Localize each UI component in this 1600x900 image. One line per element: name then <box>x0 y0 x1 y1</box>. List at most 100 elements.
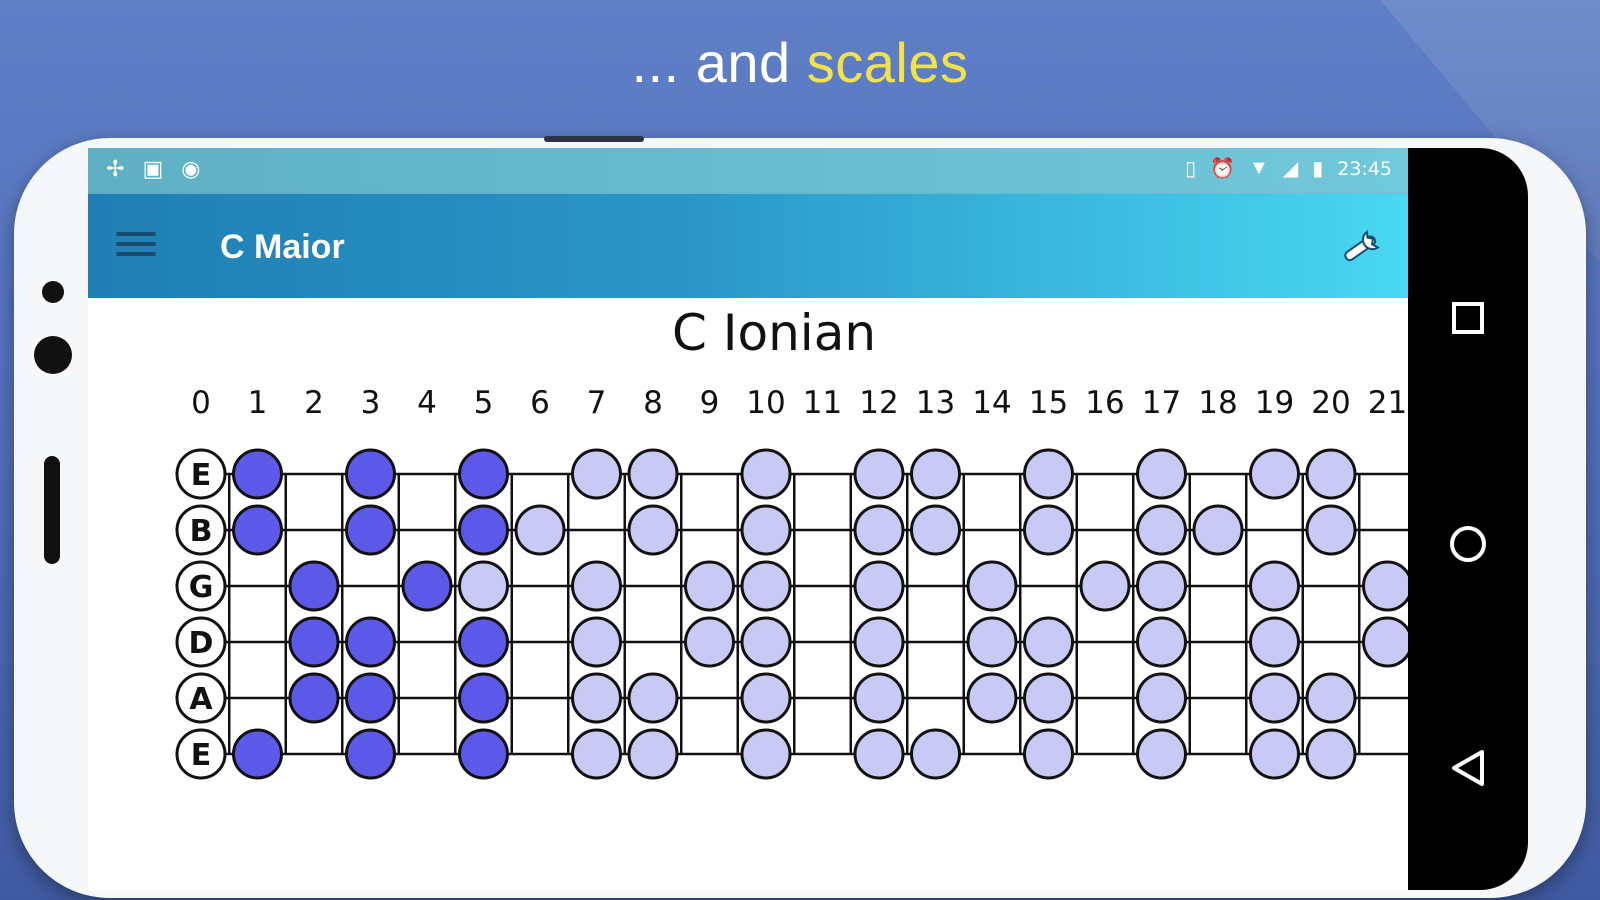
scale-note[interactable] <box>571 560 622 612</box>
scale-note[interactable] <box>1305 504 1357 556</box>
root-position-note[interactable] <box>232 728 283 780</box>
scale-note[interactable] <box>1023 728 1074 780</box>
scale-note[interactable] <box>684 560 735 612</box>
scale-note[interactable] <box>571 448 622 500</box>
scale-note[interactable] <box>627 504 679 556</box>
root-position-note[interactable] <box>232 448 283 500</box>
root-position-note[interactable] <box>345 672 396 724</box>
headline: ... and scales <box>0 30 1600 95</box>
fret-number: 4 <box>417 385 437 421</box>
scale-note[interactable] <box>1249 560 1300 612</box>
scale-note[interactable] <box>1249 616 1300 668</box>
scale-note[interactable] <box>966 560 1018 612</box>
scale-note[interactable] <box>740 616 792 668</box>
scale-note[interactable] <box>740 448 792 500</box>
scale-note[interactable] <box>740 560 792 612</box>
fret-number: 17 <box>1142 385 1181 421</box>
wrench-icon[interactable] <box>1338 222 1390 268</box>
scale-note[interactable] <box>853 728 905 780</box>
scale-note[interactable] <box>1136 672 1187 724</box>
root-position-note[interactable] <box>458 504 509 556</box>
string-label: B <box>190 514 213 549</box>
root-position-note[interactable] <box>288 560 340 612</box>
scale-note[interactable] <box>1136 448 1187 500</box>
fret-number: 18 <box>1198 385 1237 421</box>
scale-note[interactable] <box>1362 616 1413 668</box>
root-position-note[interactable] <box>401 560 453 612</box>
scale-note[interactable] <box>571 672 622 724</box>
scale-note[interactable] <box>1136 728 1187 780</box>
root-position-note[interactable] <box>345 448 396 500</box>
scale-note[interactable] <box>910 448 961 500</box>
root-position-note[interactable] <box>458 616 509 668</box>
scale-note[interactable] <box>740 504 792 556</box>
root-position-note[interactable] <box>458 672 509 724</box>
scale-note[interactable] <box>853 448 905 500</box>
scale-note[interactable] <box>571 616 622 668</box>
scale-note[interactable] <box>684 616 735 668</box>
pinwheel-icon: ✢ <box>106 156 125 181</box>
scale-note[interactable] <box>1305 728 1357 780</box>
root-position-note[interactable] <box>458 728 509 780</box>
string-label: E <box>191 458 212 493</box>
root-position-note[interactable] <box>288 672 340 724</box>
scale-note[interactable] <box>740 728 792 780</box>
scale-note[interactable] <box>627 448 679 500</box>
phone-frame: ✢ ▣ ◉ ▯ ⏰ ▼ ◢ ▮ 23:45 C Maior C Ionian 0… <box>14 136 1586 898</box>
scale-note[interactable] <box>571 728 622 780</box>
root-position-note[interactable] <box>345 504 396 556</box>
scale-note[interactable] <box>1192 504 1244 556</box>
menu-icon[interactable] <box>116 232 156 262</box>
scale-note[interactable] <box>1362 560 1413 612</box>
signal-icon: ◢ <box>1282 158 1299 180</box>
back-button[interactable] <box>1438 738 1498 798</box>
scale-note[interactable] <box>1136 560 1187 612</box>
scale-note[interactable] <box>740 672 792 724</box>
root-position-note[interactable] <box>458 448 509 500</box>
scale-note[interactable] <box>1249 672 1300 724</box>
fret-number: 20 <box>1311 385 1350 421</box>
scale-note[interactable] <box>1136 504 1187 556</box>
scale-note[interactable] <box>1249 728 1300 780</box>
headline-prefix: ... and <box>631 31 791 94</box>
root-position-note[interactable] <box>345 616 396 668</box>
app-title: C Maior <box>220 228 345 266</box>
fret-number: 5 <box>474 385 494 421</box>
fret-number: 9 <box>700 385 720 421</box>
recents-button[interactable] <box>1438 288 1498 348</box>
scale-note[interactable] <box>1305 448 1357 500</box>
scale-note[interactable] <box>1023 672 1074 724</box>
scale-note[interactable] <box>1079 560 1131 612</box>
root-position-note[interactable] <box>345 728 396 780</box>
scale-note[interactable] <box>1136 616 1187 668</box>
scale-note[interactable] <box>853 504 905 556</box>
string-label: E <box>191 738 212 773</box>
scale-note[interactable] <box>1305 672 1357 724</box>
scale-note[interactable] <box>910 728 961 780</box>
scale-note[interactable] <box>1023 504 1074 556</box>
root-position-note[interactable] <box>232 504 283 556</box>
wifi-icon: ▼ <box>1249 157 1269 179</box>
fret-number: 14 <box>972 385 1011 421</box>
scale-note[interactable] <box>627 728 679 780</box>
fret-number: 11 <box>803 385 842 421</box>
scale-note[interactable] <box>627 672 679 724</box>
scale-note[interactable] <box>910 504 961 556</box>
home-button[interactable] <box>1438 514 1498 574</box>
fret-number: 16 <box>1085 385 1124 421</box>
scale-note[interactable] <box>853 560 905 612</box>
scale-note[interactable] <box>853 672 905 724</box>
image-icon: ▣ <box>142 156 164 181</box>
scale-note[interactable] <box>514 504 566 556</box>
scale-note[interactable] <box>966 616 1018 668</box>
scale-note[interactable] <box>853 616 905 668</box>
scale-note[interactable] <box>1249 448 1300 500</box>
record-icon: ◉ <box>181 156 201 181</box>
root-position-note[interactable] <box>288 616 340 668</box>
scale-note[interactable] <box>966 672 1018 724</box>
fret-number: 2 <box>304 385 324 421</box>
scale-note[interactable] <box>458 560 509 612</box>
scale-note[interactable] <box>1023 448 1074 500</box>
string-label: A <box>189 682 213 717</box>
scale-note[interactable] <box>1023 616 1074 668</box>
